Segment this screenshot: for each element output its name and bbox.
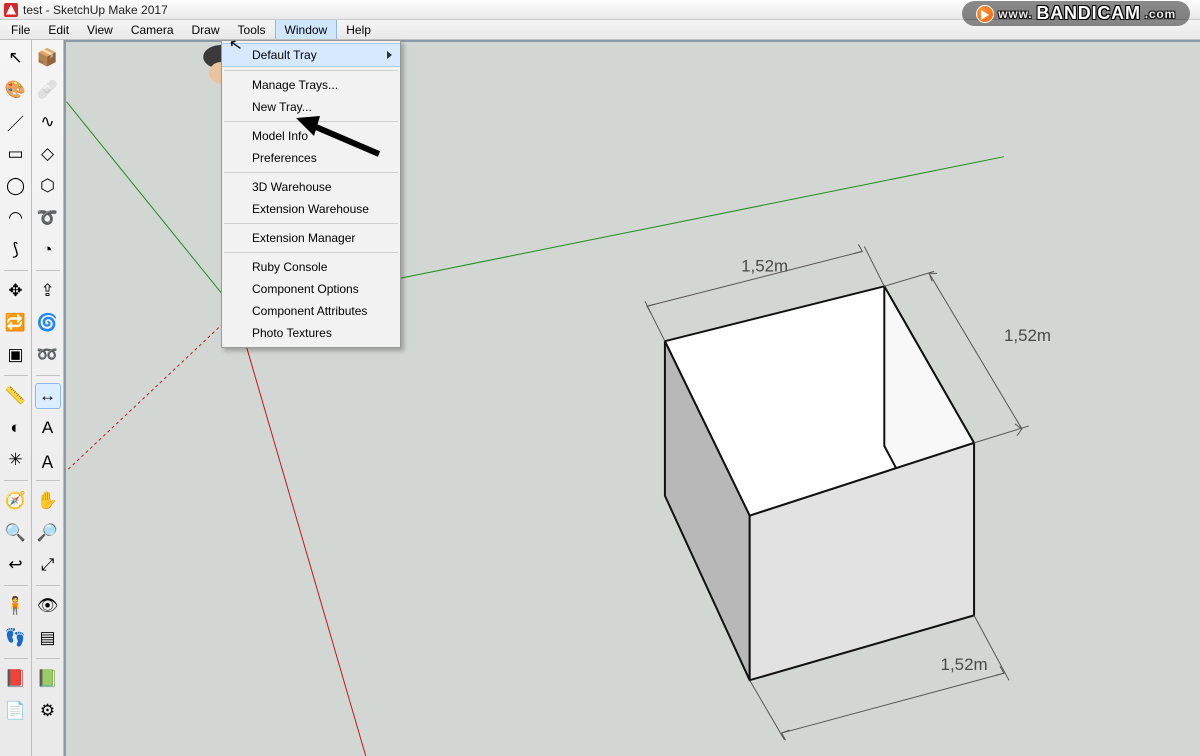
select-tool[interactable]: ↖ — [3, 45, 29, 71]
submenu-caret-icon — [387, 51, 392, 59]
menu-help[interactable]: Help — [337, 20, 380, 39]
pushpull-tool[interactable]: ⇪ — [35, 278, 61, 304]
menu-item-ruby-console[interactable]: Ruby Console — [222, 256, 400, 278]
menu-item-photo-textures[interactable]: Photo Textures — [222, 322, 400, 344]
3d-text-tool[interactable]: Ａ — [35, 447, 61, 473]
rotated-rectangle-tool[interactable]: ◇ — [35, 141, 61, 167]
rectangle-tool[interactable]: ▭ — [3, 141, 29, 167]
extension-warehouse-tool[interactable]: 📗 — [35, 666, 61, 692]
menu-item-component-attributes[interactable]: Component Attributes — [222, 300, 400, 322]
move-tool[interactable]: ✥ — [3, 278, 29, 304]
menu-edit[interactable]: Edit — [39, 20, 78, 39]
walk-tool[interactable]: 👣 — [3, 625, 29, 651]
annotation-arrow — [294, 112, 394, 162]
polygon-tool[interactable]: ⬡ — [35, 173, 61, 199]
section-plane-tool[interactable]: ▤ — [35, 625, 61, 651]
text-tool[interactable]: A — [35, 415, 61, 441]
position-camera-tool[interactable]: 🧍 — [3, 593, 29, 619]
3pt-arc-tool[interactable]: ⟆ — [3, 237, 29, 263]
menu-item-extension-manager[interactable]: Extension Manager — [222, 227, 400, 249]
scale-tool[interactable]: ▣ — [3, 342, 29, 368]
extension-manager-tool[interactable]: ⚙ — [35, 698, 61, 724]
menu-file[interactable]: File — [2, 20, 39, 39]
toolbar-column-2: 📦 🩹 ∿ ◇ ⬡ ➰ ◔ ⇪ 🌀 ➿ ↔ AＡ ✋ 🔎 ⤢ 👁 ▤ 📗 ⚙ — [32, 40, 64, 756]
menu-view[interactable]: View — [78, 20, 122, 39]
window-title: test - SketchUp Make 2017 — [23, 3, 168, 17]
toolbar-column-1: ↖ 🎨 ／ ▭ ◯ ◠ ⟆ ✥ 🔁 ▣ 📏 ◐ ✳ 🧭 🔍 ↩ 🧍 👣 📕 📄 — [0, 40, 32, 756]
menu-item-extension-warehouse[interactable]: Extension Warehouse — [222, 198, 400, 220]
paint-bucket-tool[interactable]: 🎨 — [3, 77, 29, 103]
pan-tool[interactable]: ✋ — [35, 488, 61, 514]
menu-window[interactable]: Window — [275, 20, 338, 39]
axes-tool[interactable]: ✳ — [3, 447, 29, 473]
bandicam-logo-icon — [976, 5, 994, 23]
followme-tool[interactable]: 🌀 — [35, 310, 61, 336]
3d-warehouse-tool[interactable]: 📕 — [3, 666, 29, 692]
menu-item-manage-trays[interactable]: Manage Trays... — [222, 74, 400, 96]
line-tool[interactable]: ／ — [3, 109, 29, 135]
zoom-tool[interactable]: 🔍 — [3, 520, 29, 546]
make-component-tool[interactable]: 📦 — [35, 45, 61, 71]
menu-item-3d-warehouse[interactable]: 3D Warehouse — [222, 176, 400, 198]
dimension-label-right: 1,52m — [1004, 326, 1051, 345]
tape-measure-tool[interactable]: 📏 — [3, 383, 29, 409]
previous-view-tool[interactable]: ↩ — [3, 552, 29, 578]
menu-item-default-tray[interactable]: Default Tray — [222, 43, 400, 67]
look-around-tool[interactable]: 👁 — [35, 593, 61, 619]
window-menu-dropdown: Default TrayManage Trays...New Tray...Mo… — [221, 40, 401, 348]
menu-camera[interactable]: Camera — [122, 20, 183, 39]
dimension-label-top: 1,52m — [741, 256, 788, 275]
pie-tool[interactable]: ◔ — [35, 237, 61, 263]
send-to-layout-tool[interactable]: 📄 — [3, 698, 29, 724]
freehand-tool[interactable]: ∿ — [35, 109, 61, 135]
eraser-tool[interactable]: 🩹 — [35, 77, 61, 103]
arc-tool[interactable]: ◠ — [3, 205, 29, 231]
menu-draw[interactable]: Draw — [183, 20, 229, 39]
bandicam-watermark: www. BANDICAM .com — [962, 1, 1190, 26]
zoom-extents-tool[interactable]: ⤢ — [35, 552, 61, 578]
orbit-tool[interactable]: 🧭 — [3, 488, 29, 514]
zoom-window-tool[interactable]: 🔎 — [35, 520, 61, 546]
dimension-label-bottom: 1,52m — [941, 655, 988, 674]
menu-item-component-options[interactable]: Component Options — [222, 278, 400, 300]
2pt-arc-tool[interactable]: ➰ — [35, 205, 61, 231]
protractor-tool[interactable]: ◐ — [3, 415, 29, 441]
app-icon — [4, 3, 18, 17]
offset-tool[interactable]: ➿ — [35, 342, 61, 368]
workspace: ↖ 🎨 ／ ▭ ◯ ◠ ⟆ ✥ 🔁 ▣ 📏 ◐ ✳ 🧭 🔍 ↩ 🧍 👣 📕 📄 📦 🩹 ∿ ◇ ⬡ ➰ ◔ ⇪ 🌀 ➿ ↔ AＡ ✋ 🔎 ⤢ 👁 ▤ 📗… — [0, 40, 1200, 756]
rotate-tool[interactable]: 🔁 — [3, 310, 29, 336]
circle-tool[interactable]: ◯ — [3, 173, 29, 199]
dimension-tool[interactable]: ↔ — [35, 383, 61, 409]
